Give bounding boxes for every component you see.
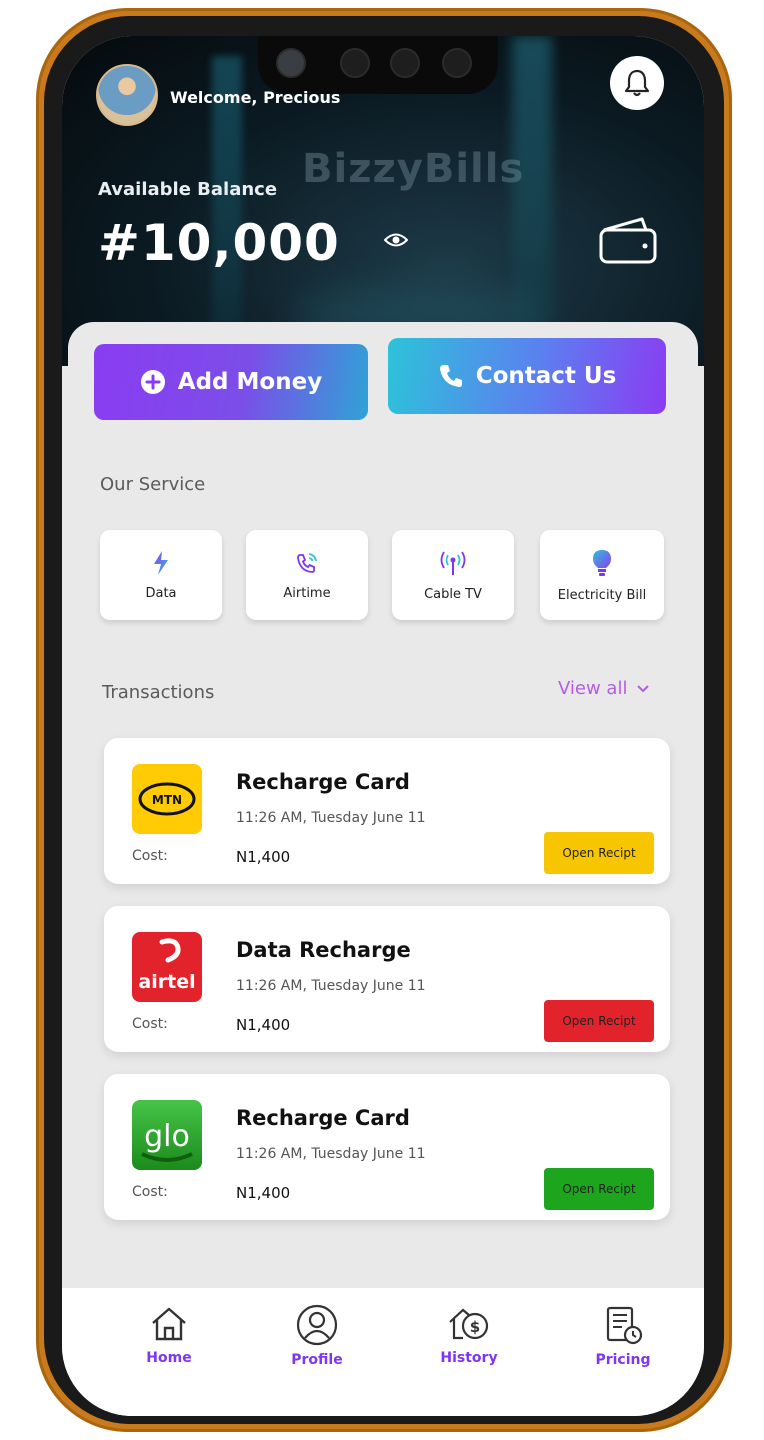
open-receipt-button[interactable]: Open Recipt	[544, 832, 654, 874]
mtn-logo-text: MTN	[152, 793, 182, 807]
transaction-time: 11:26 AM, Tuesday June 11	[236, 810, 426, 826]
service-tile-airtime[interactable]: Airtime	[246, 530, 368, 620]
transaction-cost-label: Cost:	[132, 1016, 168, 1032]
contact-us-button[interactable]: Contact Us	[388, 338, 666, 414]
transaction-card[interactable]: MTN Recharge Card 11:26 AM, Tuesday June…	[104, 738, 670, 884]
service-label-cable-tv: Cable TV	[424, 586, 482, 602]
transaction-title: Data Recharge	[236, 938, 411, 962]
eye-icon[interactable]	[384, 232, 408, 248]
transaction-title: Recharge Card	[236, 770, 410, 794]
transaction-cost-label: Cost:	[132, 848, 168, 864]
service-tile-electricity[interactable]: Electricity Bill	[540, 530, 664, 620]
avatar[interactable]	[96, 64, 158, 126]
nav-item-profile[interactable]: Profile	[262, 1304, 372, 1368]
bell-icon	[624, 69, 650, 97]
service-tile-data[interactable]: Data	[100, 530, 222, 620]
nav-label-history: History	[440, 1350, 498, 1366]
add-money-button[interactable]: Add Money	[94, 344, 368, 420]
brand-watermark: BizzyBills	[302, 146, 525, 192]
wallet-icon[interactable]	[598, 216, 658, 266]
pricing-icon	[606, 1306, 643, 1345]
transactions-title: Transactions	[102, 682, 215, 703]
history-icon: $	[449, 1308, 489, 1340]
nav-label-pricing: Pricing	[595, 1352, 651, 1368]
nav-item-history[interactable]: $ History	[414, 1304, 524, 1366]
service-label-data: Data	[145, 585, 177, 601]
nav-item-pricing[interactable]: Pricing	[568, 1304, 678, 1368]
camera-notch	[258, 36, 498, 94]
bulb-icon	[593, 549, 611, 576]
glo-logo: glo	[132, 1100, 202, 1170]
welcome-text: Welcome, Precious	[170, 88, 341, 107]
balance-label: Available Balance	[98, 179, 278, 200]
lightning-icon	[154, 550, 168, 575]
app-screen: BizzyBills Welcome, Precious Available B…	[62, 36, 704, 1416]
transaction-cost: N1,400	[236, 1016, 291, 1034]
transaction-card[interactable]: glo Recharge Card 11:26 AM, Tuesday June…	[104, 1074, 670, 1220]
airtel-logo-text: airtel	[138, 971, 195, 993]
open-receipt-button[interactable]: Open Recipt	[544, 1000, 654, 1042]
transaction-cost: N1,400	[236, 1184, 291, 1202]
transaction-cost: N1,400	[236, 848, 291, 866]
chevron-down-icon	[637, 684, 650, 692]
nav-item-home[interactable]: Home	[114, 1304, 224, 1366]
antenna-icon	[440, 551, 466, 575]
view-all-link[interactable]: View all	[558, 678, 650, 699]
service-label-electricity: Electricity Bill	[557, 587, 647, 603]
services-title: Our Service	[100, 474, 206, 495]
phone-call-icon	[297, 552, 317, 573]
transaction-time: 11:26 AM, Tuesday June 11	[236, 1146, 426, 1162]
notifications-button[interactable]	[610, 56, 664, 110]
transaction-card[interactable]: airtel Data Recharge 11:26 AM, Tuesday J…	[104, 906, 670, 1052]
transaction-cost-label: Cost:	[132, 1184, 168, 1200]
glo-logo-text: glo	[144, 1119, 190, 1154]
airtel-logo: airtel	[132, 932, 202, 1002]
nav-label-home: Home	[146, 1350, 192, 1366]
transaction-time: 11:26 AM, Tuesday June 11	[236, 978, 426, 994]
transaction-title: Recharge Card	[236, 1106, 410, 1130]
bottom-nav: Home Profile $ History Pricing	[62, 1288, 704, 1416]
plus-circle-icon	[140, 370, 165, 394]
svg-text:$: $	[470, 1318, 480, 1336]
view-all-label: View all	[558, 678, 628, 699]
add-money-label: Add Money	[177, 369, 323, 395]
open-receipt-button[interactable]: Open Recipt	[544, 1168, 654, 1210]
nav-label-profile: Profile	[291, 1352, 343, 1368]
user-icon	[296, 1304, 338, 1346]
mtn-logo: MTN	[132, 764, 202, 834]
service-tile-cable-tv[interactable]: Cable TV	[392, 530, 514, 620]
balance-amount: #10,000	[98, 214, 340, 272]
phone-icon	[439, 365, 462, 387]
home-icon	[152, 1307, 186, 1341]
service-label-airtime: Airtime	[283, 585, 331, 601]
contact-us-label: Contact Us	[475, 363, 617, 389]
